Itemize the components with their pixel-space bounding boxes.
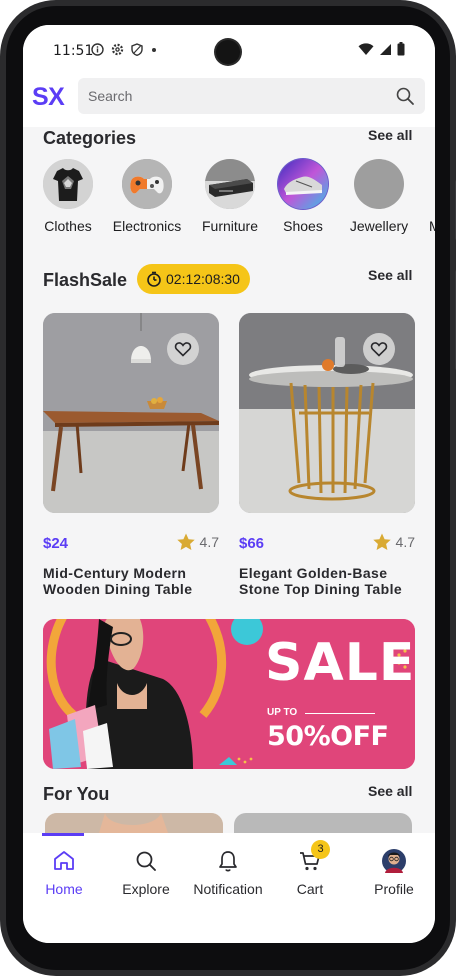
rating-value: 4.7 bbox=[395, 534, 415, 550]
battery-icon bbox=[397, 42, 405, 56]
category-shoes[interactable]: Shoes bbox=[263, 159, 343, 234]
nav-home[interactable]: Home bbox=[23, 849, 105, 897]
status-notification-icons bbox=[91, 43, 158, 56]
brand-logo[interactable]: SX bbox=[32, 83, 65, 112]
star-icon bbox=[372, 533, 391, 550]
wifi-icon bbox=[358, 42, 374, 55]
category-label: Shoes bbox=[283, 218, 323, 234]
status-time: 11:51 bbox=[53, 43, 94, 59]
heart-icon bbox=[174, 342, 192, 357]
nav-explore[interactable]: Explore bbox=[105, 849, 187, 897]
stopwatch-icon bbox=[147, 271, 161, 287]
media-player-image bbox=[205, 159, 255, 209]
search-icon[interactable] bbox=[395, 86, 415, 106]
bell-icon bbox=[216, 849, 240, 873]
flashsale-timer: 02:12:08:30 bbox=[137, 264, 250, 294]
timer-text: 02:12:08:30 bbox=[166, 271, 240, 287]
product-name: Mid-Century Modern Wooden Dining Table bbox=[43, 565, 193, 597]
nav-label: Cart bbox=[296, 881, 324, 897]
category-label: M bbox=[429, 218, 435, 234]
category-clothes[interactable]: Clothes bbox=[28, 159, 108, 234]
category-jewellery[interactable]: Jewellery bbox=[339, 159, 419, 234]
placeholder-image bbox=[415, 159, 435, 209]
nav-label: Notification bbox=[193, 881, 263, 897]
flashsale-title: FlashSale bbox=[43, 270, 128, 290]
search-placeholder: Search bbox=[88, 88, 133, 104]
favorite-button[interactable] bbox=[363, 333, 395, 365]
status-bar: 11:51 bbox=[23, 25, 435, 77]
tshirt-image bbox=[43, 159, 93, 209]
placeholder-image bbox=[354, 159, 404, 209]
star-icon bbox=[176, 533, 195, 550]
sale-banner[interactable]: SALE UP TO 50%OFF bbox=[43, 619, 415, 769]
dot-icon bbox=[152, 48, 156, 52]
banner-headline: SALE bbox=[265, 633, 415, 693]
nav-cart[interactable]: 3 Cart bbox=[269, 840, 351, 897]
category-partial[interactable]: M bbox=[415, 159, 435, 234]
app-header: SX Search bbox=[23, 77, 435, 127]
foryou-see-all-link[interactable]: See all bbox=[368, 783, 412, 799]
status-system-icons bbox=[358, 42, 405, 56]
flashsale-see-all-link[interactable]: See all bbox=[368, 267, 412, 283]
search-input[interactable]: Search bbox=[78, 78, 425, 114]
product-image-wooden-table bbox=[43, 313, 219, 513]
category-label: Jewellery bbox=[349, 218, 409, 234]
categories-see-all-link[interactable]: See all bbox=[368, 127, 412, 143]
nav-notification[interactable]: Notification bbox=[187, 849, 269, 897]
banner-discount: 50%OFF bbox=[267, 721, 389, 752]
foryou-product-image[interactable] bbox=[234, 813, 412, 833]
product-rating: 4.7 bbox=[176, 532, 219, 552]
nav-label: Explore bbox=[122, 881, 170, 897]
favorite-button[interactable] bbox=[167, 333, 199, 365]
cart-badge: 3 bbox=[311, 840, 330, 859]
info-icon bbox=[91, 43, 104, 56]
foryou-title: For You bbox=[43, 784, 110, 804]
category-electronics[interactable]: Electronics bbox=[107, 159, 187, 234]
product-price: $24 bbox=[43, 535, 69, 552]
product-card[interactable]: $66 4.7 Elegant Golden-Base Stone Top Di… bbox=[239, 313, 415, 597]
front-camera bbox=[216, 40, 240, 64]
home-icon bbox=[52, 849, 76, 873]
sneaker-image bbox=[278, 159, 328, 209]
nav-profile[interactable]: Profile bbox=[353, 849, 435, 897]
nav-label: Home bbox=[45, 881, 83, 897]
cart-icon: 3 bbox=[298, 840, 330, 873]
product-name: Elegant Golden-Base Stone Top Dining Tab… bbox=[239, 565, 403, 597]
settings-gear-icon bbox=[111, 43, 124, 56]
main-content[interactable]: Categories See all Clothes Electronics F… bbox=[23, 127, 435, 833]
product-card[interactable]: $24 4.7 Mid-Century Modern Wooden Dining… bbox=[43, 313, 219, 597]
rating-value: 4.7 bbox=[199, 534, 219, 550]
shield-icon bbox=[131, 43, 143, 56]
game-controller-image bbox=[122, 159, 172, 209]
banner-divider bbox=[305, 713, 375, 714]
bottom-navigation: Home Explore Notification 3 Cart Profile bbox=[23, 833, 435, 917]
product-price: $66 bbox=[239, 535, 265, 552]
search-icon bbox=[134, 849, 158, 873]
category-furniture[interactable]: Furniture bbox=[190, 159, 270, 234]
category-label: Electronics bbox=[112, 218, 182, 234]
foryou-product-image[interactable] bbox=[45, 813, 223, 833]
product-image-golden-table bbox=[239, 313, 415, 513]
nav-label: Profile bbox=[374, 881, 414, 897]
heart-icon bbox=[370, 342, 388, 357]
category-label: Furniture bbox=[201, 218, 259, 234]
phone-frame: 11:51 SX Search Categories See all Cloth… bbox=[0, 0, 456, 976]
category-label: Clothes bbox=[44, 218, 92, 234]
product-rating: 4.7 bbox=[372, 532, 415, 552]
gesture-bar-area bbox=[23, 917, 435, 943]
banner-upto: UP TO bbox=[267, 707, 298, 718]
avatar bbox=[382, 849, 406, 873]
active-tab-indicator bbox=[42, 833, 84, 836]
signal-icon bbox=[380, 43, 391, 55]
categories-title: Categories bbox=[43, 128, 137, 148]
app-screen: 11:51 SX Search Categories See all Cloth… bbox=[23, 25, 435, 943]
